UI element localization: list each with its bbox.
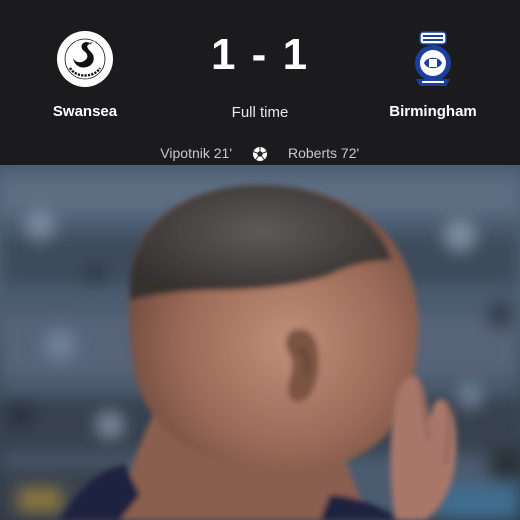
match-scoreboard[interactable]: Swansea 1 - 1 Full time Birmingham Vipot… (0, 0, 520, 165)
score-separator: - (251, 30, 269, 79)
away-score: 1 (282, 30, 310, 79)
player-photo-illustration (0, 165, 520, 520)
birmingham-crest-icon (415, 31, 451, 86)
swansea-crest-icon (57, 31, 113, 87)
away-scorer: Roberts 72' (288, 145, 360, 161)
away-team-name: Birmingham (389, 103, 477, 120)
scoreline: 1 - 1 (160, 30, 360, 80)
football-icon (252, 146, 268, 162)
match-photo[interactable] (0, 165, 520, 520)
home-score: 1 (210, 30, 238, 79)
home-team-name: Swansea (52, 103, 118, 120)
home-scorer: Vipotnik 21' (160, 145, 232, 161)
match-status: Full time (231, 104, 289, 121)
goal-scorers: Vipotnik 21' Roberts 72' (0, 145, 520, 165)
